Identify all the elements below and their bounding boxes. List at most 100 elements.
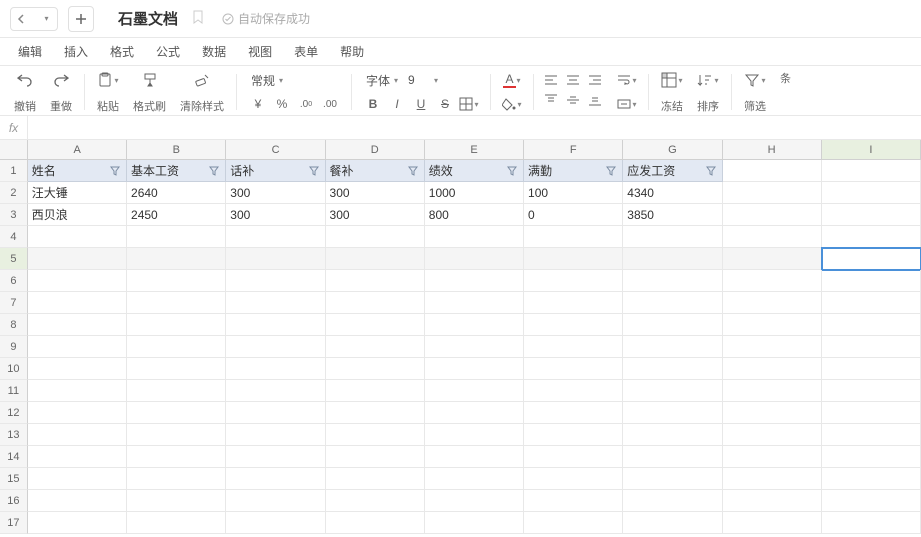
cell[interactable] bbox=[127, 248, 226, 270]
cell[interactable] bbox=[524, 292, 623, 314]
cell[interactable]: 300 bbox=[326, 204, 425, 226]
row-header[interactable]: 3 bbox=[0, 204, 28, 226]
filter-icon[interactable] bbox=[207, 164, 221, 178]
menu-data[interactable]: 数据 bbox=[202, 43, 226, 60]
cell[interactable] bbox=[524, 402, 623, 424]
cell[interactable] bbox=[822, 380, 921, 402]
font-size-select[interactable]: 9▾ bbox=[404, 70, 442, 90]
cell[interactable] bbox=[524, 248, 623, 270]
cell[interactable] bbox=[723, 490, 822, 512]
cell[interactable] bbox=[723, 248, 822, 270]
cell[interactable] bbox=[425, 292, 524, 314]
cell[interactable]: 100 bbox=[524, 182, 623, 204]
cell[interactable] bbox=[127, 402, 226, 424]
cell[interactable] bbox=[127, 270, 226, 292]
format-painter-button[interactable]: 格式刷 bbox=[127, 70, 172, 114]
paste-button[interactable]: ▾ 粘贴 bbox=[91, 70, 125, 114]
cell[interactable] bbox=[425, 248, 524, 270]
row-header[interactable]: 17 bbox=[0, 512, 28, 534]
menu-edit[interactable]: 编辑 bbox=[18, 43, 42, 60]
row-header[interactable]: 13 bbox=[0, 424, 28, 446]
row-header[interactable]: 5 bbox=[0, 248, 28, 270]
cell[interactable] bbox=[623, 248, 722, 270]
number-format-select[interactable]: 常规▾ bbox=[247, 70, 341, 90]
cell[interactable] bbox=[822, 292, 921, 314]
cell[interactable] bbox=[326, 380, 425, 402]
cell[interactable] bbox=[127, 512, 226, 534]
cell[interactable] bbox=[623, 226, 722, 248]
cell[interactable]: 2640 bbox=[127, 182, 226, 204]
align-right-button[interactable] bbox=[584, 70, 606, 90]
cell[interactable] bbox=[28, 424, 127, 446]
cell[interactable] bbox=[524, 512, 623, 534]
cell[interactable] bbox=[226, 490, 325, 512]
fill-color-button[interactable]: ▾ bbox=[501, 94, 523, 114]
filter-icon[interactable] bbox=[505, 164, 519, 178]
cell[interactable]: 4340 bbox=[623, 182, 722, 204]
cell[interactable] bbox=[425, 402, 524, 424]
cell[interactable] bbox=[822, 424, 921, 446]
cell[interactable] bbox=[524, 226, 623, 248]
row-header[interactable]: 4 bbox=[0, 226, 28, 248]
cell[interactable] bbox=[127, 314, 226, 336]
cell[interactable] bbox=[425, 446, 524, 468]
cell[interactable] bbox=[127, 446, 226, 468]
cell[interactable] bbox=[822, 248, 921, 270]
cell[interactable] bbox=[524, 424, 623, 446]
font-family-select[interactable]: 字体▾ bbox=[362, 70, 402, 90]
cell[interactable] bbox=[226, 270, 325, 292]
row-header[interactable]: 10 bbox=[0, 358, 28, 380]
cell[interactable] bbox=[425, 226, 524, 248]
cell[interactable] bbox=[326, 358, 425, 380]
cell[interactable] bbox=[822, 490, 921, 512]
cell[interactable]: 3850 bbox=[623, 204, 722, 226]
cell[interactable] bbox=[623, 358, 722, 380]
cell[interactable]: 300 bbox=[326, 182, 425, 204]
cell[interactable] bbox=[425, 424, 524, 446]
cell[interactable] bbox=[28, 314, 127, 336]
cell[interactable] bbox=[723, 468, 822, 490]
freeze-button[interactable]: ▾ 冻结 bbox=[655, 70, 689, 114]
cell[interactable] bbox=[623, 270, 722, 292]
cell[interactable]: 满勤 bbox=[524, 160, 623, 182]
cell[interactable] bbox=[326, 248, 425, 270]
cell[interactable] bbox=[226, 358, 325, 380]
cell[interactable] bbox=[623, 336, 722, 358]
cell[interactable]: 绩效 bbox=[425, 160, 524, 182]
bold-button[interactable]: B bbox=[362, 94, 384, 114]
document-title[interactable]: 石墨文档 bbox=[118, 8, 178, 29]
row-header[interactable]: 7 bbox=[0, 292, 28, 314]
nav-back-button[interactable] bbox=[11, 8, 33, 30]
filter-icon[interactable] bbox=[108, 164, 122, 178]
cell[interactable] bbox=[524, 446, 623, 468]
column-header-F[interactable]: F bbox=[524, 140, 623, 160]
cell[interactable] bbox=[723, 314, 822, 336]
cell[interactable] bbox=[723, 358, 822, 380]
cell[interactable] bbox=[226, 248, 325, 270]
cell[interactable] bbox=[28, 248, 127, 270]
row-header[interactable]: 9 bbox=[0, 336, 28, 358]
cell[interactable] bbox=[326, 468, 425, 490]
cell[interactable] bbox=[127, 424, 226, 446]
conditional-button[interactable]: 条 bbox=[774, 70, 797, 114]
filter-icon[interactable] bbox=[604, 164, 618, 178]
cell[interactable] bbox=[326, 424, 425, 446]
cell[interactable] bbox=[524, 468, 623, 490]
cell[interactable] bbox=[524, 270, 623, 292]
cell[interactable] bbox=[326, 314, 425, 336]
cell[interactable] bbox=[127, 292, 226, 314]
cell[interactable] bbox=[425, 380, 524, 402]
italic-button[interactable]: I bbox=[386, 94, 408, 114]
borders-button[interactable]: ▾ bbox=[458, 94, 480, 114]
cell[interactable] bbox=[28, 292, 127, 314]
cell[interactable] bbox=[723, 336, 822, 358]
cell[interactable] bbox=[822, 204, 921, 226]
cell[interactable] bbox=[822, 226, 921, 248]
row-header[interactable]: 6 bbox=[0, 270, 28, 292]
cell[interactable] bbox=[822, 314, 921, 336]
cell[interactable] bbox=[326, 336, 425, 358]
valign-middle-button[interactable] bbox=[562, 90, 584, 110]
cell[interactable] bbox=[524, 314, 623, 336]
cell[interactable] bbox=[425, 468, 524, 490]
cell[interactable] bbox=[28, 468, 127, 490]
